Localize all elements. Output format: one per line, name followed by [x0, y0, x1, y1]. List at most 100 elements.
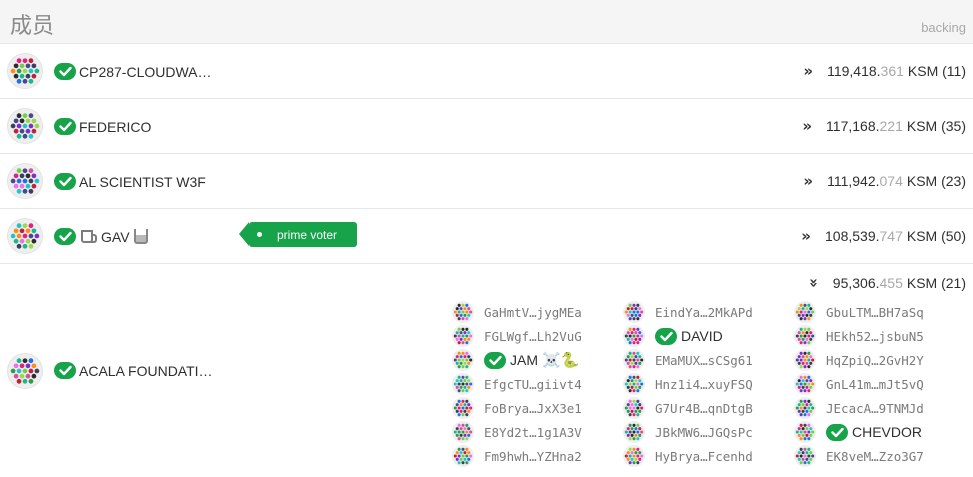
identicon-icon[interactable] [8, 54, 42, 88]
nominator-address[interactable]: JBkMW6…JGQsPc [655, 425, 753, 440]
nominator-item[interactable]: FGLWgf…Lh2VuG [452, 324, 582, 348]
validator-row[interactable]: AL SCIENTIST W3F » 111,942. 074 KSM (23) [0, 154, 973, 209]
expand-chevron-icon[interactable]: » [803, 62, 813, 80]
validator-row[interactable]: GAV » 108,539. 747 KSM (50) [0, 209, 973, 264]
verified-check-icon [484, 351, 506, 369]
identicon-icon [623, 301, 645, 323]
backing-decimal: 361 [880, 63, 904, 79]
nominator-item[interactable]: GnL41m…mJt5vQ [794, 372, 924, 396]
identicon-icon [623, 421, 645, 443]
verified-check-icon [54, 228, 76, 245]
nominator-list: GaHmtV…jygMEa FGLWgf…Lh2VuG JAM ☠️🐍 EfgcT… [452, 300, 973, 470]
nominator-item[interactable]: JBkMW6…JGQsPc [623, 420, 753, 444]
identicon-icon[interactable] [8, 354, 42, 388]
nominator-address[interactable]: HyBrya…Fcenhd [655, 449, 753, 464]
validator-row[interactable]: FEDERICO » 117,168. 221 KSM (35) [0, 99, 973, 154]
backing-unit: KSM [906, 118, 938, 134]
nominator-item[interactable]: E8Yd2t…1g1A3V [452, 420, 582, 444]
validator-name[interactable]: FEDERICO [79, 119, 151, 135]
identicon-icon [794, 397, 816, 419]
expand-chevron-icon[interactable]: » [801, 227, 811, 245]
nominator-name[interactable]: JAM [510, 352, 538, 368]
nominator-address[interactable]: FGLWgf…Lh2VuG [484, 329, 582, 344]
nominator-address[interactable]: EfgcTU…giivt4 [484, 377, 582, 392]
skull-snake-icon: ☠️🐍 [542, 351, 580, 369]
nominator-item[interactable]: JEcacA…9TNMJd [794, 396, 924, 420]
identicon-icon [794, 445, 816, 467]
nominator-item[interactable]: HEkh52…jsbuN5 [794, 324, 924, 348]
nominator-count: (50) [941, 228, 966, 244]
identicon-icon[interactable] [8, 219, 42, 253]
verified-check-icon [54, 173, 76, 190]
nominator-item[interactable]: EfgcTU…giivt4 [452, 372, 582, 396]
nominator-item[interactable]: Fm9hwh…YZHna2 [452, 444, 582, 468]
nominator-count: (21) [941, 275, 966, 291]
nominator-item[interactable]: HqZpiQ…2GvH2Y [794, 348, 924, 372]
backing-amount: » 111,942. 074 KSM (23) [803, 172, 966, 190]
nominator-name[interactable]: DAVID [681, 328, 723, 344]
validator-identity: ACALA FOUNDATI… [54, 362, 213, 379]
nominator-item[interactable]: EK8veM…Zzo3G7 [794, 444, 924, 468]
backing-integer: 111,942. [827, 173, 880, 189]
nominator-address[interactable]: HEkh52…jsbuN5 [826, 329, 924, 344]
backing-unit: KSM [906, 173, 938, 189]
nominator-item[interactable]: HyBrya…Fcenhd [623, 444, 753, 468]
identicon-icon [794, 325, 816, 347]
nominator-address[interactable]: G7Ur4B…qnDtgB [655, 401, 753, 416]
backing-amount: » 108,539. 747 KSM (50) [801, 227, 966, 245]
nominator-item[interactable]: DAVID [623, 324, 723, 348]
nominator-address[interactable]: GaHmtV…jygMEa [484, 305, 582, 320]
validator-name[interactable]: CP287-CLOUDWA… [79, 64, 212, 80]
nominator-address[interactable]: Fm9hwh…YZHna2 [484, 449, 582, 464]
identicon-icon [623, 325, 645, 347]
validator-identity: CP287-CLOUDWA… [54, 63, 212, 80]
nominator-address[interactable]: EK8veM…Zzo3G7 [826, 449, 924, 464]
identicon-icon [794, 421, 816, 443]
nominator-item[interactable]: EMaMUX…sCSg61 [623, 348, 753, 372]
backing-amount: » 117,168. 221 KSM (35) [802, 117, 966, 135]
page-header: 成员 backing [0, 0, 973, 44]
nominator-address[interactable]: E8Yd2t…1g1A3V [484, 425, 582, 440]
validator-name[interactable]: GAV [101, 229, 130, 245]
nominator-name[interactable]: CHEVDOR [852, 424, 922, 440]
verified-check-icon [54, 362, 76, 379]
nominator-item[interactable]: Hnz1i4…xuyFSQ [623, 372, 753, 396]
identicon-icon [623, 349, 645, 371]
validator-identity: GAV [54, 228, 148, 245]
identicon-icon [623, 373, 645, 395]
identicon-icon [452, 445, 474, 467]
nominator-item[interactable]: FoBrya…JxX3e1 [452, 396, 582, 420]
backing-unit: KSM [906, 228, 938, 244]
nominator-item[interactable]: JAM ☠️🐍 [452, 348, 579, 372]
identicon-icon [452, 397, 474, 419]
nominator-item[interactable]: CHEVDOR [794, 420, 922, 444]
nominator-item[interactable]: EindYa…2MkAPd [623, 300, 753, 324]
nominator-item[interactable]: GbuLTM…BH7aSq [794, 300, 924, 324]
nominator-address[interactable]: JEcacA…9TNMJd [826, 401, 924, 416]
expand-chevron-icon[interactable]: » [802, 117, 812, 135]
nominator-item[interactable]: GaHmtV…jygMEa [452, 300, 582, 324]
backing-decimal: 747 [879, 228, 903, 244]
nominator-address[interactable]: EindYa…2MkAPd [655, 305, 753, 320]
validator-identity: FEDERICO [54, 118, 151, 135]
tag-label: prime voter [277, 227, 338, 242]
backing-amount: » 95,306. 455 KSM (21) [805, 274, 966, 292]
validator-name[interactable]: ACALA FOUNDATI… [79, 363, 213, 379]
backing-amount: » 119,418. 361 KSM (11) [803, 62, 966, 80]
expand-chevron-icon[interactable]: » [803, 172, 813, 190]
nominator-address[interactable]: GnL41m…mJt5vQ [826, 377, 924, 392]
nominator-address[interactable]: GbuLTM…BH7aSq [826, 305, 924, 320]
nominator-address[interactable]: EMaMUX…sCSg61 [655, 353, 753, 368]
nominator-address[interactable]: FoBrya…JxX3e1 [484, 401, 582, 416]
backing-decimal: 221 [879, 118, 903, 134]
nominator-address[interactable]: HqZpiQ…2GvH2Y [826, 353, 924, 368]
collapse-chevron-icon[interactable]: » [805, 278, 823, 288]
validator-name[interactable]: AL SCIENTIST W3F [79, 174, 206, 190]
identicon-icon[interactable] [8, 109, 42, 143]
nominator-item[interactable]: G7Ur4B…qnDtgB [623, 396, 753, 420]
nominator-address[interactable]: Hnz1i4…xuyFSQ [655, 377, 753, 392]
backing-column-header[interactable]: backing [921, 20, 966, 35]
validator-row[interactable]: CP287-CLOUDWA… » 119,418. 361 KSM (11) [0, 44, 973, 99]
verified-check-icon [54, 63, 76, 80]
identicon-icon[interactable] [8, 164, 42, 198]
